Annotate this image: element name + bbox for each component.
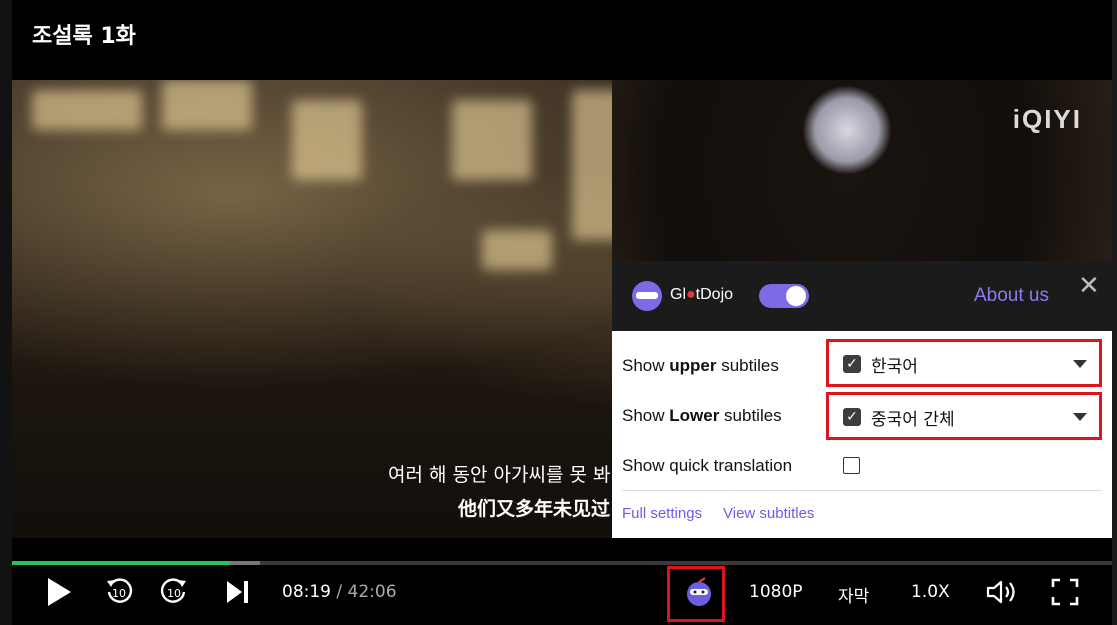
iqiyi-watermark: iQIYI xyxy=(1012,104,1082,134)
volume-icon xyxy=(986,580,1015,604)
progress-played xyxy=(12,561,230,565)
subtitle-upper: 여러 해 동안 아가씨를 못 봐 xyxy=(388,464,611,486)
about-us-link[interactable]: About us xyxy=(974,285,1049,307)
brand-prefix: Gl xyxy=(670,286,686,303)
skip-next-icon xyxy=(227,581,248,603)
speed-button[interactable]: 1.0X xyxy=(911,582,950,602)
rewind-10-button[interactable]: 10 xyxy=(102,570,136,614)
label-prefix: Show xyxy=(622,356,670,375)
view-subtitles-link[interactable]: View subtitles xyxy=(723,505,814,522)
glotdojo-panel: Gl●tDojo About us ✕ Show upper subtiles … xyxy=(612,261,1112,538)
next-episode-button[interactable] xyxy=(220,570,254,614)
toggle-knob xyxy=(786,286,806,306)
play-button[interactable] xyxy=(42,570,76,614)
left-edge xyxy=(0,0,12,625)
label-suffix: subtiles xyxy=(716,356,779,375)
upper-subtitle-value: 한국어 xyxy=(871,357,918,377)
fullscreen-button[interactable] xyxy=(1048,570,1082,614)
glotdojo-logo-icon xyxy=(632,281,662,311)
lower-subtitle-select[interactable]: ✓ 중국어 간체 xyxy=(826,392,1102,440)
time-display: 08:19 / 42:06 xyxy=(282,582,397,602)
hair-ornament xyxy=(802,85,892,175)
svg-text:10: 10 xyxy=(112,587,126,600)
background-light xyxy=(162,80,252,130)
svg-text:10: 10 xyxy=(167,587,181,600)
extension-toggle[interactable] xyxy=(759,284,809,308)
full-settings-link[interactable]: Full settings xyxy=(622,505,702,522)
close-icon[interactable]: ✕ xyxy=(1078,271,1100,301)
rewind-10-icon: 10 xyxy=(107,578,133,603)
background-light xyxy=(292,100,362,180)
panel-header: Gl●tDojo About us ✕ xyxy=(612,261,1112,331)
current-time: 08:19 xyxy=(282,582,331,602)
forward-10-icon: 10 xyxy=(160,578,186,603)
right-edge xyxy=(1112,0,1117,625)
duration: 42:06 xyxy=(347,582,397,602)
quality-button[interactable]: 1080P xyxy=(749,582,803,602)
glotdojo-extension-button[interactable] xyxy=(682,570,716,614)
subtitle-button[interactable]: 자막 xyxy=(838,582,869,607)
time-separator: / xyxy=(336,582,343,602)
play-icon xyxy=(48,578,71,606)
upper-subtitles-label: Show upper subtiles xyxy=(622,356,779,376)
chevron-down-icon xyxy=(1073,413,1087,421)
subtitle-lower: 他们又多年未见过 xyxy=(458,498,611,520)
panel-divider xyxy=(622,490,1102,491)
page-title: 조설록 1화 xyxy=(32,24,136,49)
ninja-mascot-icon xyxy=(687,577,711,606)
quick-translation-checkbox[interactable] xyxy=(843,457,860,474)
chevron-down-icon xyxy=(1073,360,1087,368)
label-bold: Lower xyxy=(669,406,720,425)
background-light xyxy=(32,90,142,130)
fullscreen-icon xyxy=(1051,578,1079,606)
upper-subtitle-checkbox[interactable]: ✓ xyxy=(843,355,861,373)
progress-bar[interactable] xyxy=(12,561,1112,565)
brand-suffix: tDojo xyxy=(695,286,734,303)
label-bold: upper xyxy=(669,356,717,375)
brand-dot: ● xyxy=(686,286,696,303)
upper-subtitle-select[interactable]: ✓ 한국어 xyxy=(826,339,1102,387)
lower-subtitle-checkbox[interactable]: ✓ xyxy=(843,408,861,426)
lower-subtitle-value: 중국어 간체 xyxy=(871,410,955,430)
background-light xyxy=(452,100,532,180)
glotdojo-brand: Gl●tDojo xyxy=(670,286,733,304)
forward-10-button[interactable]: 10 xyxy=(157,570,191,614)
background-light xyxy=(482,230,552,270)
label-suffix: subtiles xyxy=(719,406,782,425)
label-prefix: Show xyxy=(622,406,670,425)
lower-subtitles-label: Show Lower subtiles xyxy=(622,406,782,426)
quick-translation-label: Show quick translation xyxy=(622,456,793,475)
volume-button[interactable] xyxy=(984,570,1020,614)
